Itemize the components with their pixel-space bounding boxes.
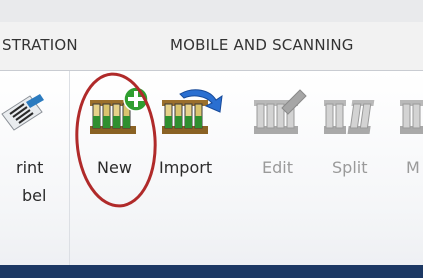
more-button-label: M: [406, 158, 420, 177]
annotation-circle: [75, 72, 157, 208]
edit-button-label: Edit: [262, 158, 293, 177]
tube-rack-icon: [400, 100, 423, 134]
tube-rack-split-icon: [324, 100, 375, 134]
tube-rack-edit-icon: [254, 89, 307, 134]
print-label-line2: bel: [22, 186, 47, 205]
tab-administration[interactable]: STRATION: [2, 36, 78, 54]
window-top-strip: [0, 0, 423, 22]
ribbon-tab-bar: STRATION MOBILE AND SCANNING: [0, 22, 423, 71]
barcode-icon: [1, 94, 44, 131]
tab-mobile-and-scanning[interactable]: MOBILE AND SCANNING: [170, 36, 354, 54]
split-button-label: Split: [332, 158, 368, 177]
import-button-label: Import: [159, 158, 213, 177]
window-bottom-bar: [0, 265, 423, 278]
ribbon-group-separator: [69, 71, 70, 265]
tube-rack-import-icon: [162, 89, 223, 134]
print-label-line1: rint: [16, 158, 44, 177]
